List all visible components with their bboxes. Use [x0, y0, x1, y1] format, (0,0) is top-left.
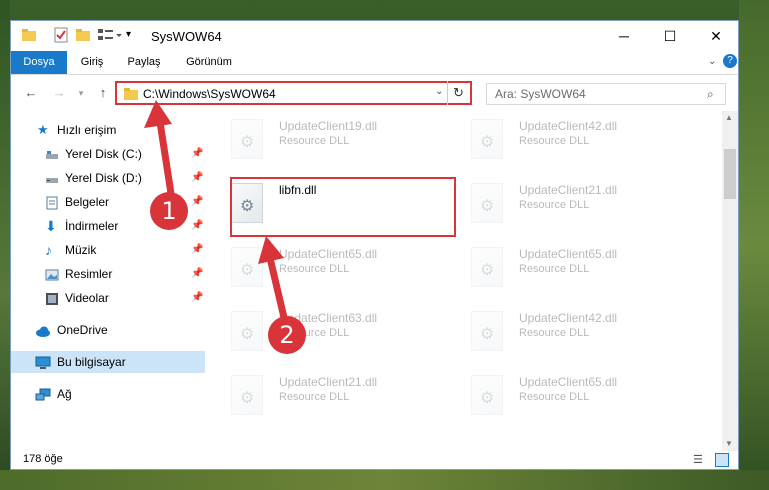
file-item[interactable]: ⚙ UpdateClient19.dll Resource DLL [211, 111, 441, 167]
item-count: 178 öğe [23, 453, 63, 465]
pin-icon[interactable]: 📌 [191, 263, 203, 285]
scroll-up-icon[interactable]: ▲ [725, 113, 733, 122]
dll-file-icon: ⚙ [231, 119, 263, 159]
search-icon[interactable]: ⌕ [707, 87, 714, 102]
nav-item-videos[interactable]: Videolar 📌 [11, 287, 205, 309]
minimize-button[interactable]: ─ [601, 21, 647, 51]
network-icon [35, 387, 51, 401]
taskbar-area [0, 470, 769, 490]
file-item[interactable]: ⚙ UpdateClient21.dll Resource DLL [451, 175, 681, 231]
search-box[interactable]: Ara: SysWOW64 ⌕ [486, 83, 726, 105]
desktop-background-right [739, 0, 769, 490]
file-item[interactable]: ⚙ UpdateClient65.dll Resource DLL [451, 239, 681, 295]
desktop-background [0, 0, 10, 490]
tab-paylas[interactable]: Paylaş [117, 51, 171, 74]
file-item[interactable]: ⚙ UpdateClient65.dll Resource DLL [211, 239, 441, 295]
download-icon: ⬇ [45, 218, 57, 234]
star-icon: ★ [37, 122, 49, 137]
address-path: C:\Windows\SysWOW64 [143, 87, 276, 101]
tab-gorunum[interactable]: Görünüm [177, 51, 241, 74]
nav-item-network[interactable]: Ağ [11, 383, 205, 405]
drive-icon [45, 147, 59, 161]
file-item[interactable]: ⚙ UpdateClient63.dll Resource DLL [211, 303, 441, 359]
maximize-button[interactable]: ☐ [647, 21, 693, 51]
nav-item-onedrive[interactable]: OneDrive [11, 319, 205, 341]
documents-icon [45, 195, 59, 210]
music-icon: ♪ [45, 242, 52, 258]
expand-ribbon-icon[interactable]: ⌄ [708, 56, 716, 67]
nav-item-pictures[interactable]: Resimler 📌 [11, 263, 205, 285]
close-button[interactable]: ✕ [693, 21, 739, 51]
dll-file-icon: ⚙ [471, 311, 503, 351]
back-arrow-icon[interactable]: ← [23, 85, 39, 101]
properties-icon[interactable] [53, 27, 69, 43]
file-item[interactable]: ⚙ UpdateClient42.dll Resource DLL [451, 111, 681, 167]
scrollbar-thumb[interactable] [724, 149, 736, 199]
file-item[interactable]: ⚙ UpdateClient42.dll Resource DLL [451, 303, 681, 359]
address-row: ← → ▾ ↑ C:\Windows\SysWOW64 ⌄ ↻ Ara: Sys… [11, 75, 738, 111]
view-options-icon[interactable] [97, 27, 123, 43]
nav-item-music[interactable]: ♪ Müzik 📌 [11, 239, 205, 261]
file-item[interactable]: ⚙ UpdateClient65.dll Resource DLL [451, 367, 681, 423]
refresh-icon[interactable]: ↻ [453, 85, 464, 101]
details-view-icon[interactable]: ☰ [693, 453, 703, 466]
search-placeholder: Ara: SysWOW64 [495, 87, 586, 101]
address-divider [447, 81, 448, 105]
pin-icon[interactable]: 📌 [191, 239, 203, 261]
computer-icon [35, 355, 51, 369]
pictures-icon [45, 267, 59, 281]
highlight-box [230, 177, 456, 237]
folder-icon [123, 86, 139, 105]
forward-arrow-icon[interactable]: → [51, 85, 67, 101]
step-badge-2: 2 [268, 316, 306, 354]
dll-file-icon: ⚙ [231, 375, 263, 415]
recent-locations-icon[interactable]: ▾ [73, 85, 89, 101]
nav-item-this-pc[interactable]: Bu bilgisayar [11, 351, 205, 373]
tab-dosya[interactable]: Dosya [11, 51, 67, 74]
title-bar: ▾ SysWOW64 ─ ☐ ✕ [11, 21, 738, 51]
step-badge-1: 1 [150, 192, 188, 230]
cloud-icon [35, 323, 50, 337]
dll-file-icon: ⚙ [471, 247, 503, 287]
tab-giris[interactable]: Giriş [69, 51, 115, 74]
pin-icon[interactable]: 📌 [191, 287, 203, 309]
drive-icon [45, 171, 59, 185]
videos-icon [45, 291, 59, 305]
dll-file-icon: ⚙ [471, 183, 503, 223]
dll-file-icon: ⚙ [471, 119, 503, 159]
scroll-down-icon[interactable]: ▼ [725, 439, 733, 448]
status-bar: 178 öğe ☰ [11, 451, 738, 469]
new-folder-icon[interactable] [75, 27, 91, 43]
up-arrow-icon[interactable]: ↑ [95, 85, 111, 101]
dll-file-icon: ⚙ [471, 375, 503, 415]
help-icon[interactable]: ? [723, 54, 737, 68]
vertical-scrollbar[interactable]: ▲ ▼ [722, 111, 738, 451]
customize-toolbar-icon[interactable]: ▾ [126, 27, 142, 43]
folder-icon [21, 27, 37, 43]
ribbon-tabs: Dosya Giriş Paylaş Görünüm ⌄ ? [11, 51, 738, 75]
file-item[interactable]: ⚙ UpdateClient21.dll Resource DLL [211, 367, 441, 423]
large-icons-view-icon[interactable] [715, 453, 729, 467]
window-title: SysWOW64 [151, 29, 222, 44]
explorer-window: ▾ SysWOW64 ─ ☐ ✕ Dosya Giriş Paylaş Görü… [10, 20, 739, 470]
address-dropdown-icon[interactable]: ⌄ [435, 86, 443, 97]
